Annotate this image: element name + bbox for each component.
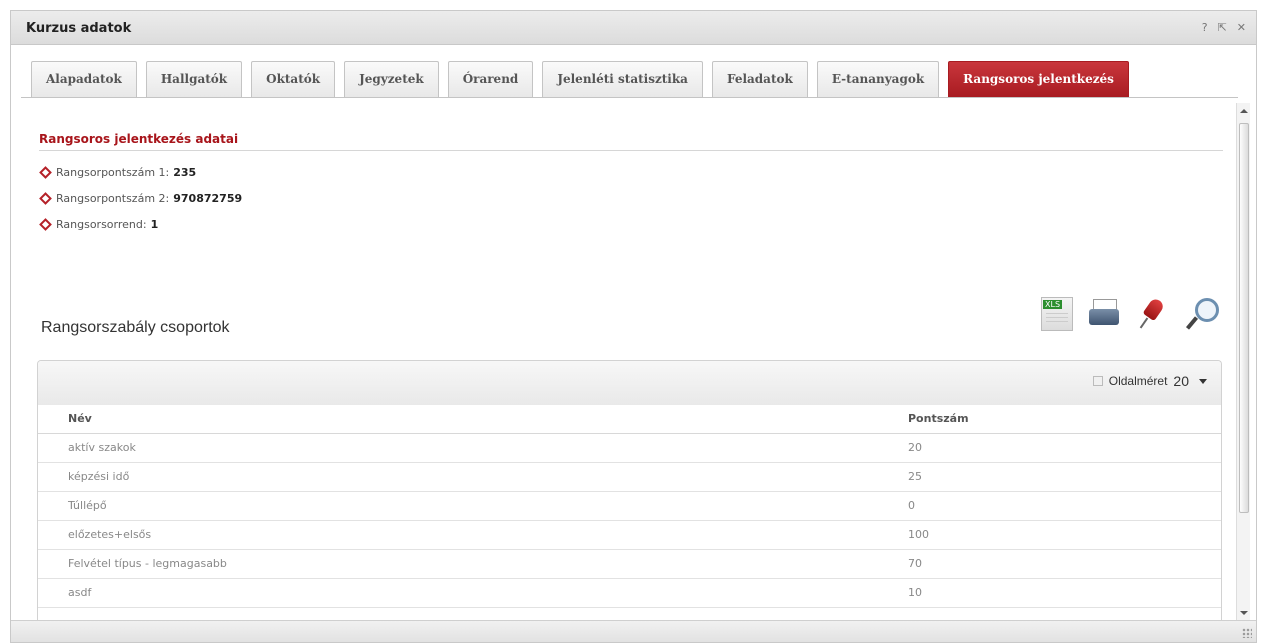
scroll-up-icon[interactable] xyxy=(1240,109,1248,113)
column-header-name[interactable]: Név xyxy=(38,405,888,434)
course-details-window: Kurzus adatok ? ⇱ ✕ Alapadatok Hallgatók… xyxy=(10,10,1257,643)
info-label: Rangsorsorrend: xyxy=(56,218,147,231)
tab-alapadatok[interactable]: Alapadatok xyxy=(31,61,137,97)
help-icon[interactable]: ? xyxy=(1202,21,1208,34)
tab-feladatok[interactable]: Feladatok xyxy=(711,61,808,97)
bullet-icon xyxy=(39,166,52,179)
print-icon[interactable] xyxy=(1089,297,1121,331)
tab-oktatok[interactable]: Oktatók xyxy=(251,61,336,97)
table-row[interactable]: Felvétel típus - legmagasabb 70 xyxy=(38,549,1221,579)
groups-title: Rangsorszabály csoportok xyxy=(41,319,230,336)
tab-divider xyxy=(21,97,1238,98)
chevron-down-icon xyxy=(1199,378,1207,384)
search-icon[interactable] xyxy=(1185,297,1219,331)
tab-content: Rangsoros jelentkezés adatai Rangsorpont… xyxy=(21,103,1233,623)
grid-header-bar: Oldalméret 20 xyxy=(38,361,1221,405)
info-row-order: Rangsorsorrend: 1 xyxy=(39,218,159,231)
ranking-section-title: Rangsoros jelentkezés adatai xyxy=(39,132,239,146)
tab-e-tananyagok[interactable]: E-tananyagok xyxy=(816,61,940,97)
cell-points: 10 xyxy=(888,578,1221,608)
tab-bar: Alapadatok Hallgatók Oktatók Jegyzetek Ó… xyxy=(31,61,1129,97)
page-icon xyxy=(1092,376,1103,386)
excel-export-icon[interactable] xyxy=(1041,297,1073,331)
bullet-icon xyxy=(39,218,52,231)
info-value: 235 xyxy=(173,166,197,179)
window-titlebar[interactable]: Kurzus adatok ? ⇱ ✕ xyxy=(11,11,1256,45)
cell-name: Felvétel típus - legmagasabb xyxy=(38,549,888,579)
cell-name: aktív szakok xyxy=(38,433,888,463)
page-size-select[interactable]: 20 xyxy=(1173,373,1207,389)
rules-table: Név Pontszám aktív szakok 20 képzési idő… xyxy=(38,405,1221,608)
tab-jegyzetek[interactable]: Jegyzetek xyxy=(344,61,439,97)
tab-rangsoros-jelentkezes[interactable]: Rangsoros jelentkezés xyxy=(948,61,1129,97)
info-label: Rangsorpontszám 2: xyxy=(56,192,170,205)
cell-points: 25 xyxy=(888,462,1221,492)
tab-hallgatok[interactable]: Hallgatók xyxy=(145,61,243,97)
bullet-icon xyxy=(39,192,52,205)
page-size-control: Oldalméret 20 xyxy=(1092,373,1207,389)
column-header-points[interactable]: Pontszám xyxy=(888,405,1221,434)
page-size-label: Oldalméret xyxy=(1108,374,1168,388)
tab-orarend[interactable]: Órarend xyxy=(447,61,534,97)
window-statusbar xyxy=(11,620,1256,642)
info-row-score-2: Rangsorpontszám 2: 970872759 xyxy=(39,192,243,205)
cell-name: asdf xyxy=(38,578,888,608)
info-label: Rangsorpontszám 1: xyxy=(56,166,170,179)
page-size-value: 20 xyxy=(1173,373,1189,389)
close-icon[interactable]: ✕ xyxy=(1237,21,1246,34)
cell-points: 0 xyxy=(888,491,1221,521)
scroll-down-icon[interactable] xyxy=(1240,611,1248,615)
table-row[interactable]: előzetes+elsős 100 xyxy=(38,520,1221,550)
scroll-thumb[interactable] xyxy=(1239,123,1249,513)
window-title: Kurzus adatok xyxy=(26,21,132,36)
tab-jelenleti-statisztika[interactable]: Jelenléti statisztika xyxy=(542,61,703,97)
info-row-score-1: Rangsorpontszám 1: 235 xyxy=(39,166,197,179)
info-value: 970872759 xyxy=(173,192,243,205)
table-row[interactable]: Túllépő 0 xyxy=(38,491,1221,521)
table-header-row: Név Pontszám xyxy=(38,405,1221,434)
cell-name: Túllépő xyxy=(38,491,888,521)
cell-name: előzetes+elsős xyxy=(38,520,888,550)
table-row[interactable]: képzési idő 25 xyxy=(38,462,1221,492)
content-scrollbar[interactable] xyxy=(1236,103,1250,621)
cell-points: 20 xyxy=(888,433,1221,463)
table-row[interactable]: asdf 10 xyxy=(38,578,1221,608)
popout-icon[interactable]: ⇱ xyxy=(1218,21,1227,34)
info-value: 1 xyxy=(150,218,159,231)
resize-grip-icon[interactable] xyxy=(1242,628,1252,638)
table-row[interactable]: aktív szakok 20 xyxy=(38,433,1221,463)
window-controls: ? ⇱ ✕ xyxy=(1202,21,1246,34)
cell-name: képzési idő xyxy=(38,462,888,492)
ranking-rules-grid: Oldalméret 20 Név Pontszám aktív szakok … xyxy=(37,360,1222,623)
section-divider xyxy=(39,150,1223,151)
grid-toolbar xyxy=(1041,297,1219,331)
cell-points: 70 xyxy=(888,549,1221,579)
pin-icon[interactable] xyxy=(1137,297,1169,331)
cell-points: 100 xyxy=(888,520,1221,550)
